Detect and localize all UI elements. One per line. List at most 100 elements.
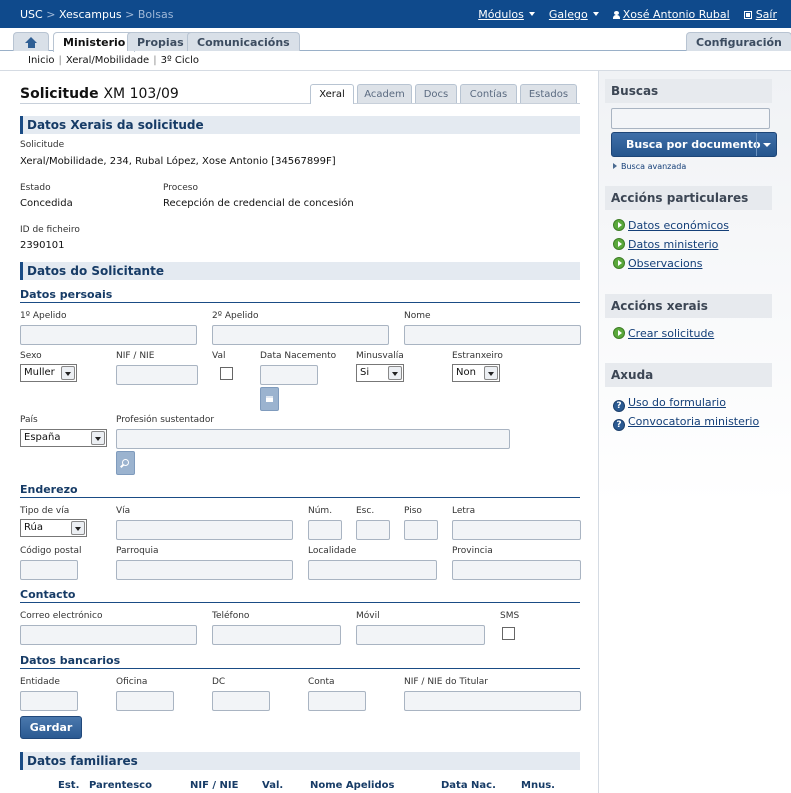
calendar-button[interactable] bbox=[260, 387, 279, 411]
link-label: Convocatoria ministerio bbox=[628, 415, 760, 428]
oficina-input[interactable] bbox=[116, 691, 174, 711]
profesion-search-button[interactable] bbox=[116, 451, 135, 475]
advanced-search-link[interactable]: Busca avanzada bbox=[613, 162, 686, 171]
subnav-ciclo[interactable]: 3º Ciclo bbox=[161, 55, 199, 66]
search-document-button[interactable]: Busca por documento bbox=[611, 132, 777, 157]
data-nacemento-input[interactable] bbox=[260, 365, 318, 385]
letra-input[interactable] bbox=[452, 520, 581, 540]
val-checkbox[interactable] bbox=[220, 367, 233, 380]
family-col-nome: Nome Apelidos bbox=[310, 780, 395, 791]
minusvalia-label: Minusvalía bbox=[356, 351, 404, 361]
dc-input[interactable] bbox=[212, 691, 270, 711]
crumb-app[interactable]: Xescampus bbox=[59, 8, 122, 21]
link-datos-ministerio[interactable]: Datos ministerio bbox=[613, 238, 718, 251]
tab-ministerio[interactable]: Ministerio bbox=[53, 32, 136, 52]
profesion-input[interactable] bbox=[116, 429, 510, 449]
link-uso-formulario[interactable]: ? Uso do formulario bbox=[613, 396, 726, 412]
sidebar-search-input[interactable] bbox=[611, 108, 770, 129]
save-button[interactable]: Gardar bbox=[20, 716, 82, 739]
user-icon bbox=[612, 11, 620, 19]
sidebar-search-heading: Buscas bbox=[605, 79, 772, 103]
tab-home[interactable] bbox=[13, 32, 49, 51]
esc-input[interactable] bbox=[356, 520, 390, 540]
language-label: Galego bbox=[548, 8, 588, 21]
sidebar-particular-heading: Accións particulares bbox=[605, 186, 772, 210]
section-family-heading: Datos familiares bbox=[20, 752, 580, 770]
sms-checkbox[interactable] bbox=[502, 627, 515, 640]
logout-icon bbox=[743, 11, 752, 19]
link-datos-economicos[interactable]: Datos económicos bbox=[613, 219, 729, 232]
chevron-down-icon[interactable] bbox=[756, 133, 776, 156]
piso-input[interactable] bbox=[404, 520, 438, 540]
id-value: 2390101 bbox=[20, 240, 65, 251]
sexo-select[interactable]: Muller bbox=[20, 364, 77, 382]
chevron-down-icon bbox=[61, 366, 75, 380]
apelido2-label: 2º Apelido bbox=[212, 311, 259, 321]
cp-label: Código postal bbox=[20, 546, 82, 556]
apelido2-input[interactable] bbox=[212, 325, 389, 345]
sexo-value: Muller bbox=[24, 367, 55, 378]
nome-input[interactable] bbox=[404, 325, 581, 345]
family-col-est: Est. bbox=[58, 780, 80, 791]
help-icon: ? bbox=[613, 400, 625, 412]
proceso-label: Proceso bbox=[163, 183, 198, 193]
localidade-input[interactable] bbox=[308, 560, 437, 580]
letra-label: Letra bbox=[452, 506, 476, 516]
crumb-separator: > bbox=[46, 8, 56, 21]
form-tab-docs[interactable]: Docs bbox=[415, 84, 457, 103]
user-link[interactable]: Xosé Antonio Rubal bbox=[612, 8, 730, 21]
apelido1-input[interactable] bbox=[20, 325, 197, 345]
telefono-input[interactable] bbox=[212, 625, 341, 645]
minusvalia-select[interactable]: Si bbox=[356, 364, 404, 382]
bank-heading: Datos bancarios bbox=[20, 654, 580, 669]
tab-propias[interactable]: Propias bbox=[127, 32, 194, 51]
crumb-root[interactable]: USC bbox=[20, 8, 43, 21]
language-menu[interactable]: Galego bbox=[549, 8, 599, 21]
link-label: Uso do formulario bbox=[628, 396, 726, 409]
entidade-label: Entidade bbox=[20, 677, 60, 687]
family-col-val: Val. bbox=[262, 780, 284, 791]
link-observacions[interactable]: Observacions bbox=[613, 257, 702, 270]
family-col-nif: NIF / NIE bbox=[190, 780, 239, 791]
link-label: Crear solicitude bbox=[628, 327, 715, 340]
tab-configuracion[interactable]: Configuración bbox=[686, 32, 791, 51]
dc-label: DC bbox=[212, 677, 226, 687]
provincia-input[interactable] bbox=[452, 560, 581, 580]
tab-comunicacions[interactable]: Comunicacións bbox=[187, 32, 300, 51]
tipo-via-select[interactable]: Rúa bbox=[20, 519, 87, 537]
subnav-separator: | bbox=[58, 55, 62, 66]
form-tab-contias[interactable]: Contías bbox=[460, 84, 517, 103]
num-input[interactable] bbox=[308, 520, 342, 540]
modules-menu[interactable]: Módulos bbox=[478, 8, 535, 21]
nif-titular-input[interactable] bbox=[404, 691, 581, 711]
logout-link[interactable]: Saír bbox=[743, 8, 777, 21]
nif-input[interactable] bbox=[116, 365, 198, 385]
sidebar-help-heading: Axuda bbox=[605, 363, 772, 387]
val-label: Val bbox=[212, 351, 226, 361]
form-tab-xeral[interactable]: Xeral bbox=[310, 84, 354, 104]
link-convocatoria[interactable]: ? Convocatoria ministerio bbox=[613, 415, 759, 431]
page-title-number: XM 103/09 bbox=[103, 86, 179, 102]
parroquia-input[interactable] bbox=[116, 560, 293, 580]
estado-label: Estado bbox=[20, 183, 51, 193]
arrow-right-icon bbox=[613, 257, 625, 269]
parroquia-label: Parroquia bbox=[116, 546, 159, 556]
conta-input[interactable] bbox=[308, 691, 366, 711]
crumb-current: Bolsas bbox=[137, 8, 174, 21]
subnav-xeral[interactable]: Xeral/Mobilidade bbox=[66, 55, 149, 66]
link-crear-solicitude[interactable]: Crear solicitude bbox=[613, 327, 714, 340]
movil-input[interactable] bbox=[356, 625, 485, 645]
form-tab-estados[interactable]: Estados bbox=[520, 84, 577, 103]
via-input[interactable] bbox=[116, 520, 293, 540]
entidade-input[interactable] bbox=[20, 691, 78, 711]
pais-value: España bbox=[24, 432, 61, 443]
address-heading: Enderezo bbox=[20, 483, 580, 498]
subnav-inicio[interactable]: Inicio bbox=[28, 55, 54, 66]
pais-select[interactable]: España bbox=[20, 429, 107, 447]
sub-nav: Inicio | Xeral/Mobilidade | 3º Ciclo bbox=[28, 55, 199, 66]
form-tab-academ[interactable]: Academ bbox=[357, 84, 412, 103]
estado-value: Concedida bbox=[20, 198, 73, 209]
cp-input[interactable] bbox=[20, 560, 78, 580]
email-input[interactable] bbox=[20, 625, 197, 645]
estranxeiro-select[interactable]: Non bbox=[452, 364, 500, 382]
